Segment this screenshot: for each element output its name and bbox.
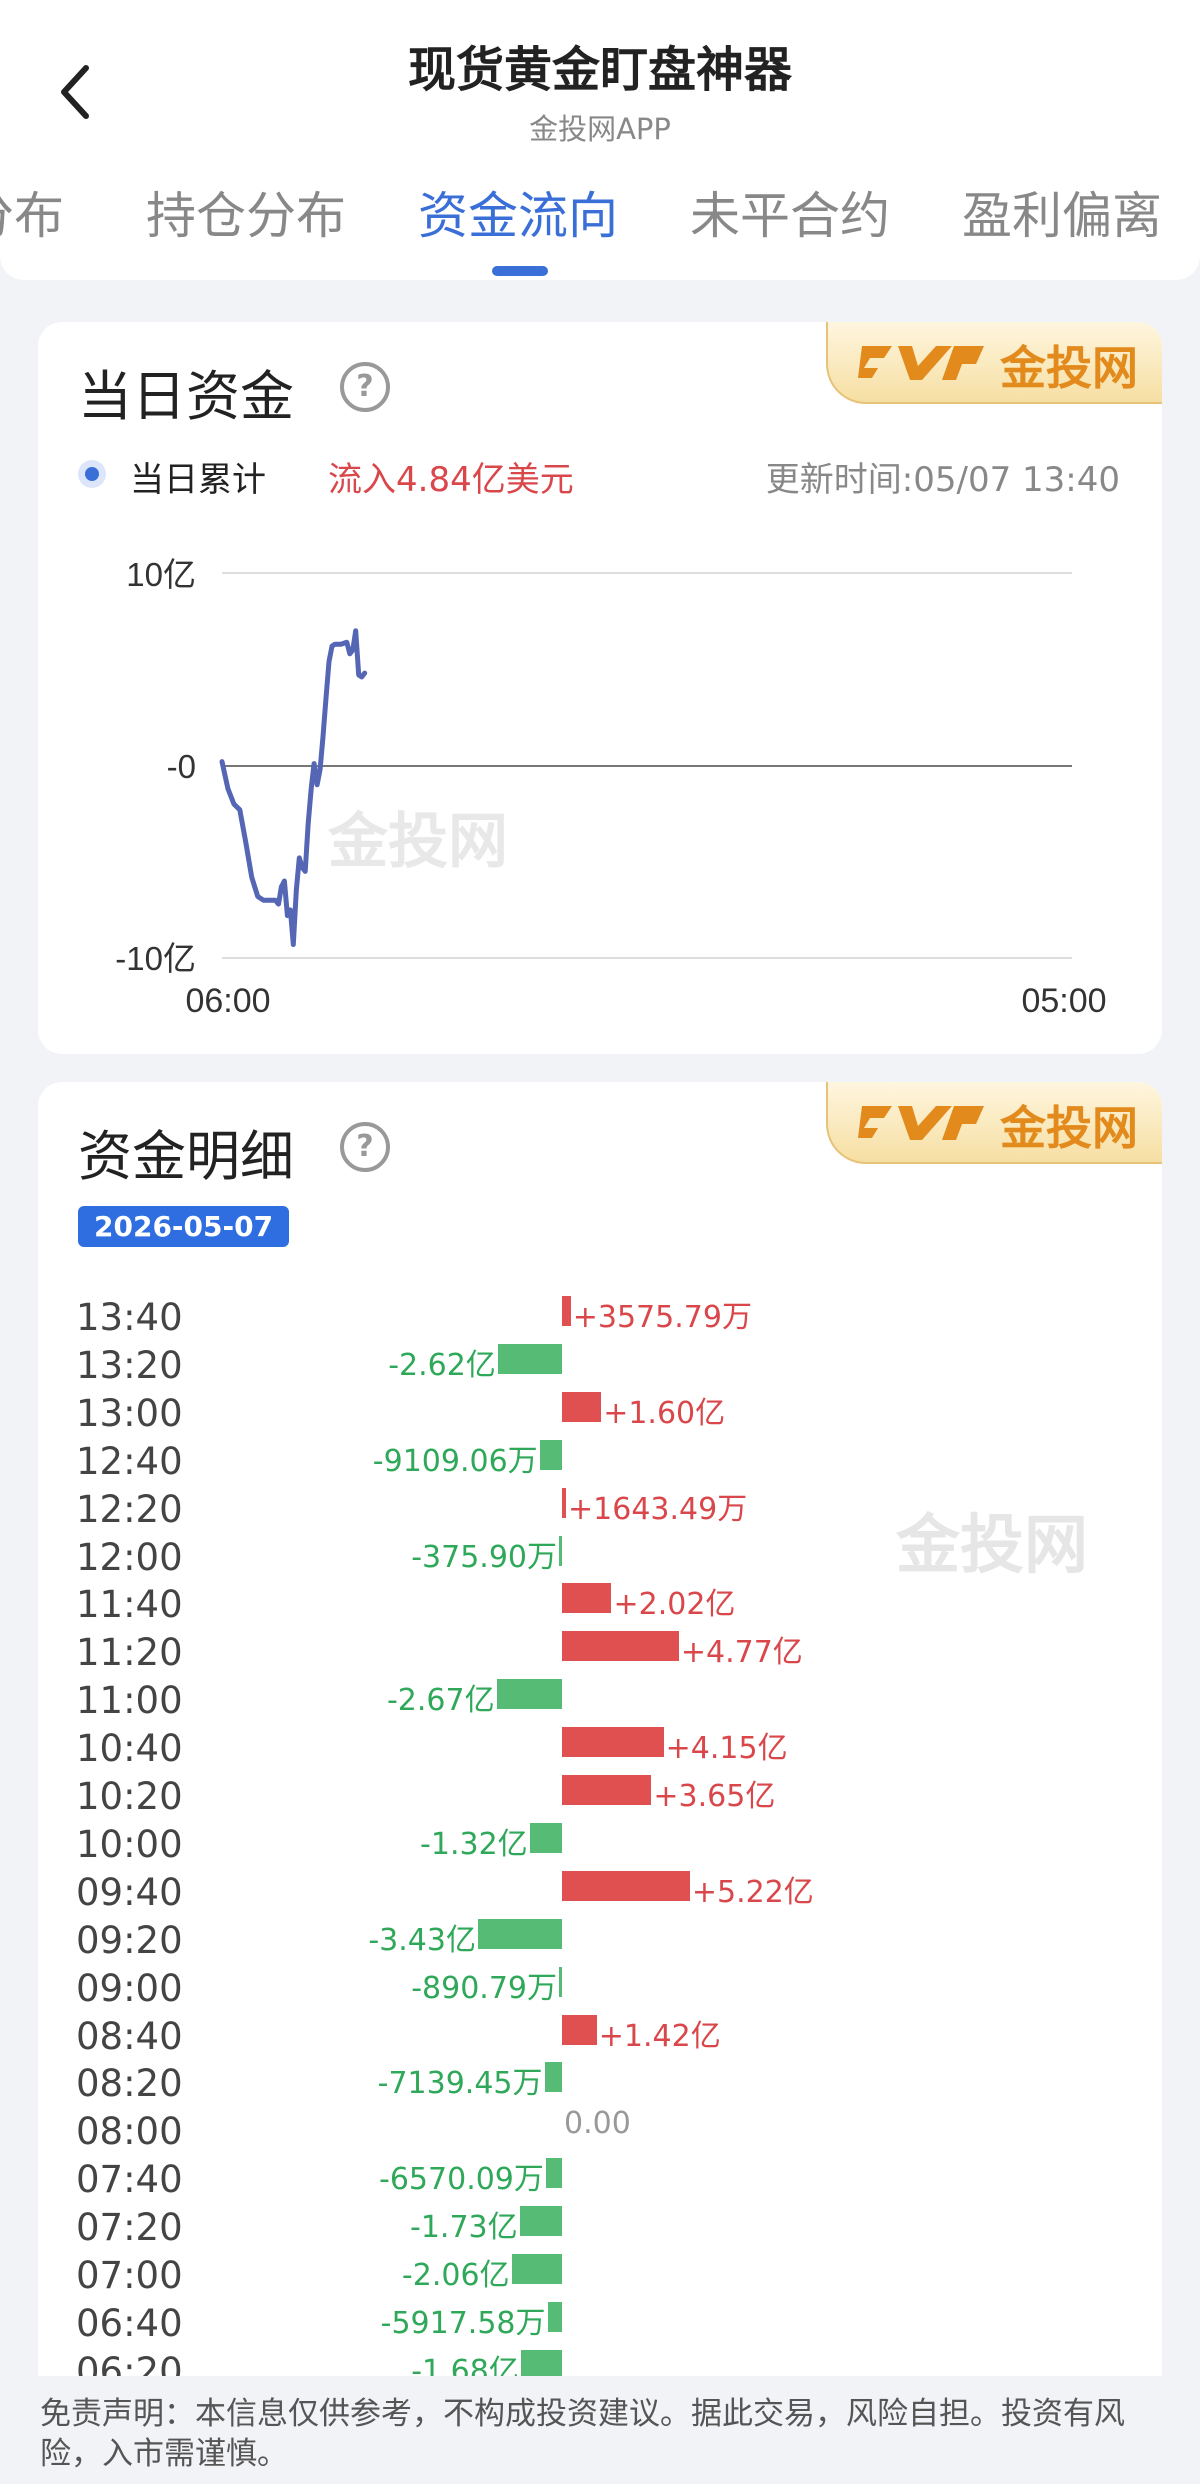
- row-time: 13:00: [76, 1391, 183, 1435]
- y-tick-top: 10亿: [126, 556, 196, 593]
- fund-bar: [562, 1631, 679, 1662]
- tab-open-interest[interactable]: 未平合约: [690, 176, 890, 248]
- page-title: 现货黄金盯盘神器: [407, 42, 792, 98]
- row-value: -7139.45万: [377, 2066, 543, 2102]
- row-value: -1.32亿: [420, 1826, 528, 1862]
- row-time: 10:00: [76, 1822, 183, 1866]
- row-time: 07:40: [76, 2158, 183, 2202]
- row-value: +4.15亿: [665, 1731, 788, 1767]
- fund-bar: [562, 1391, 602, 1422]
- header: 现货黄金盯盘神器 金投网APP 分布 持仓分布 资金流向 未平合约 盈利偏离: [0, 0, 1200, 280]
- row-value: +1.42亿: [598, 2018, 721, 2054]
- x-tick-start: 06:00: [185, 982, 270, 1020]
- row-value: +5.22亿: [691, 1874, 814, 1910]
- row-time: 12:40: [76, 1439, 183, 1483]
- row-time: 09:40: [76, 1870, 183, 1914]
- fund-bar: [562, 2014, 597, 2045]
- row-time: 07:20: [76, 2206, 183, 2250]
- row-time: 10:20: [76, 1775, 183, 1818]
- fund-detail-bars: 13:40 +3575.79万 13:20 -2.62亿 13:00 +1.60亿 12:4…: [38, 1082, 1162, 2484]
- row-time: 09:00: [76, 1966, 183, 2010]
- fund-detail-card: 资金明细 ? 金投网 2026-05-07 金投网 13:40 +3575.79万…: [38, 1082, 1162, 2484]
- fund-bar: [562, 1583, 612, 1614]
- tab-fund-flow[interactable]: 资金流向: [418, 176, 618, 248]
- row-time: 12:20: [76, 1487, 183, 1531]
- row-value: +1643.49万: [568, 1491, 748, 1527]
- cumulative-fund-line: [219, 628, 368, 947]
- fund-bar: [562, 1775, 652, 1805]
- chart-watermark: 金投网: [328, 808, 508, 875]
- row-value: 0.00: [564, 2106, 631, 2142]
- row-value: -2.62亿: [388, 1347, 496, 1383]
- tab-bar: 分布 持仓分布 资金流向 未平合约 盈利偏离: [0, 176, 1200, 246]
- fund-bar: [539, 1439, 562, 1470]
- row-value: +1.60亿: [603, 1395, 726, 1431]
- row-value: -1.73亿: [410, 2210, 518, 2246]
- fund-bar: [562, 1870, 690, 1901]
- tab-position-distribution[interactable]: 持仓分布: [146, 176, 346, 248]
- row-time: 08:00: [76, 2110, 183, 2154]
- disclaimer-bar: 免责声明：本信息仅供参考，不构成投资建议。据此交易，风险自担。投资有风险，入市需…: [0, 2376, 1200, 2484]
- tab-distribution[interactable]: 分布: [0, 176, 64, 248]
- fund-bar: [562, 1727, 664, 1758]
- tab-profit-deviation[interactable]: 盈利偏离: [962, 176, 1162, 248]
- row-value: -3.43亿: [368, 1922, 476, 1958]
- row-time: 07:00: [76, 2254, 183, 2297]
- fund-bar: [477, 1918, 562, 1949]
- daily-fund-card: 当日资金 ? 金投网 当日累计 流入4.84亿美元 更新时间:05/07 13:…: [38, 322, 1162, 1054]
- fund-bar: [511, 2254, 562, 2284]
- y-tick-bottom: -10亿: [115, 940, 196, 977]
- fund-bar: [497, 1343, 562, 1374]
- row-time: 13:20: [76, 1343, 183, 1387]
- fund-bar: [559, 1535, 562, 1566]
- active-tab-indicator: [492, 266, 548, 276]
- row-time: 12:00: [76, 1535, 183, 1579]
- row-time: 13:40: [76, 1296, 183, 1339]
- page-subtitle: 金投网APP: [529, 112, 671, 146]
- row-value: +3.65亿: [653, 1779, 776, 1814]
- fund-bar: [547, 2301, 562, 2332]
- fund-bar: [519, 2206, 562, 2237]
- row-value: -2.06亿: [401, 2258, 510, 2293]
- row-time: 08:40: [76, 2014, 183, 2058]
- row-time: 10:40: [76, 1727, 183, 1771]
- fund-bar: [496, 1679, 562, 1710]
- row-value: +2.02亿: [613, 1587, 736, 1623]
- row-time: 09:20: [76, 1918, 183, 1962]
- row-time: 11:00: [76, 1679, 183, 1723]
- cumulative-fund-chart: 10亿 -0 -10亿 06:00 05:00 金投网: [115, 556, 1106, 1020]
- fund-bar: [544, 2062, 562, 2093]
- y-tick-zero: -0: [167, 748, 196, 785]
- row-time: 11:20: [76, 1631, 183, 1675]
- row-value: -375.90万: [411, 1539, 557, 1575]
- fund-bar: [562, 1487, 567, 1518]
- fund-bar: [529, 1822, 562, 1853]
- row-value: +3575.79万: [572, 1300, 752, 1335]
- fund-bar: [559, 1966, 562, 1997]
- x-tick-end: 05:00: [1021, 982, 1106, 1020]
- row-value: -9109.06万: [372, 1443, 538, 1479]
- fund-bar: [545, 2158, 562, 2189]
- disclaimer-text: 免责声明：本信息仅供参考，不构成投资建议。据此交易，风险自担。投资有风险，入市需…: [40, 2396, 1125, 2472]
- row-time: 08:20: [76, 2062, 183, 2106]
- fund-bar: [562, 1296, 571, 1326]
- row-time: 11:40: [76, 1583, 183, 1627]
- row-value: -6570.09万: [379, 2162, 544, 2198]
- row-time: 06:40: [76, 2301, 183, 2345]
- row-value: -890.79万: [411, 1970, 557, 2006]
- row-value: -5917.58万: [380, 2305, 546, 2341]
- row-value: -2.67亿: [386, 1683, 495, 1719]
- row-value: +4.77亿: [680, 1635, 803, 1671]
